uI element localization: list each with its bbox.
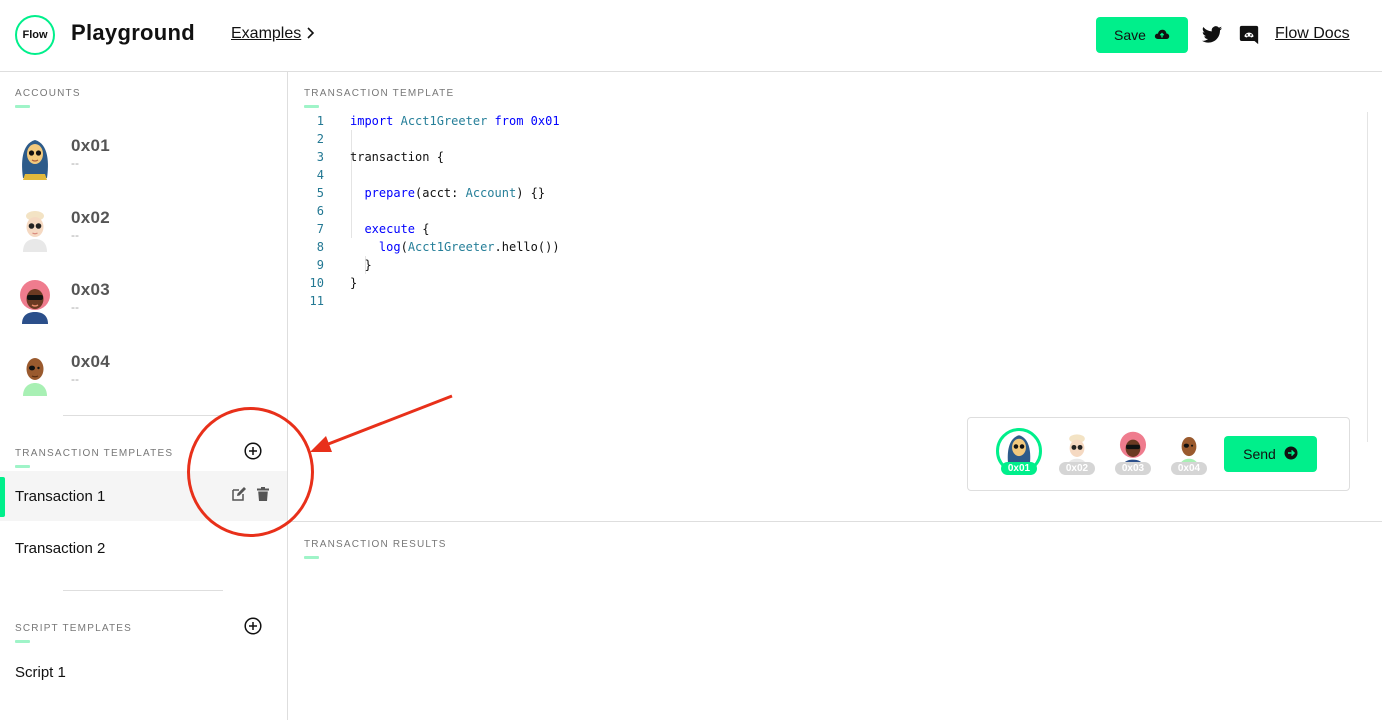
results-label: TRANSACTION RESULTS xyxy=(304,539,447,559)
avatar-icon xyxy=(15,206,55,252)
line-number: 5 xyxy=(316,186,324,200)
avatar-icon xyxy=(15,134,55,180)
avatar-icon xyxy=(15,350,55,396)
script-templates-label: SCRIPT TEMPLATES xyxy=(15,623,133,643)
send-button[interactable]: Send xyxy=(1224,436,1317,472)
avatar-icon xyxy=(15,278,55,324)
send-label: Send xyxy=(1243,446,1276,462)
script-item-1[interactable]: Script 1 xyxy=(0,647,287,697)
signer-tag: 0x02 xyxy=(1059,462,1095,475)
account-address: 0x01 xyxy=(71,136,111,155)
editor-label: TRANSACTION TEMPLATE xyxy=(304,88,455,108)
line-number: 9 xyxy=(316,258,324,272)
signer-0x04[interactable]: 0x04 xyxy=(1166,430,1212,478)
chevron-right-icon xyxy=(307,26,315,42)
line-number: 6 xyxy=(316,204,324,218)
page-title: Playground xyxy=(71,20,196,45)
transaction-label: Transaction 1 xyxy=(15,487,106,505)
add-script-icon[interactable] xyxy=(244,617,262,635)
account-address: 0x03 xyxy=(71,280,111,299)
signer-panel: 0x01 0x02 0x03 0x04 Send xyxy=(967,417,1350,491)
section-divider xyxy=(63,590,223,591)
section-divider xyxy=(63,415,223,416)
line-number: 4 xyxy=(316,168,324,182)
script-label: Script 1 xyxy=(15,663,66,681)
line-number: 10 xyxy=(309,276,324,290)
code-line: transaction { xyxy=(350,150,444,164)
results-panel: TRANSACTION RESULTS xyxy=(288,523,1382,720)
sidebar: ACCOUNTS 0x01 -- 0x02 -- 0x03 -- 0x04 --… xyxy=(0,72,288,720)
flow-docs-link[interactable]: Flow Docs xyxy=(1275,25,1350,43)
code-line: prepare(acct: Account) {} xyxy=(364,186,546,200)
account-address: 0x02 xyxy=(71,208,111,227)
examples-link[interactable]: Examples xyxy=(231,25,315,43)
save-label: Save xyxy=(1114,27,1146,43)
line-number: 11 xyxy=(309,294,324,308)
account-status: -- xyxy=(71,156,79,170)
examples-label: Examples xyxy=(231,25,302,42)
signer-tag: 0x01 xyxy=(1001,462,1037,475)
line-number: 3 xyxy=(316,150,324,164)
line-number: 2 xyxy=(316,132,324,146)
annotation-arrow-icon xyxy=(310,394,453,452)
signer-tag: 0x04 xyxy=(1171,462,1207,475)
signer-0x01[interactable]: 0x01 xyxy=(996,428,1042,478)
line-number: 1 xyxy=(316,114,324,128)
transaction-templates-label: TRANSACTION TEMPLATES xyxy=(15,448,174,468)
account-status: -- xyxy=(71,228,79,242)
signer-0x03[interactable]: 0x03 xyxy=(1110,430,1156,478)
account-item-0x03[interactable]: 0x03 -- xyxy=(15,272,275,332)
save-button[interactable]: Save xyxy=(1096,17,1188,53)
code-line: } xyxy=(350,258,372,272)
discord-icon[interactable] xyxy=(1238,24,1260,46)
code-line: } xyxy=(350,276,358,290)
account-status: -- xyxy=(71,372,79,386)
cloud-upload-icon xyxy=(1154,27,1170,43)
code-line: import Acct1Greeter from 0x01 xyxy=(350,114,560,128)
account-status: -- xyxy=(71,300,79,314)
arrow-right-circle-icon xyxy=(1284,446,1298,463)
line-number: 7 xyxy=(316,222,324,236)
line-number: 8 xyxy=(316,240,324,254)
flow-logo[interactable]: Flow xyxy=(15,15,55,55)
logo-text: Flow xyxy=(22,29,48,41)
account-item-0x01[interactable]: 0x01 -- xyxy=(15,128,275,188)
accounts-label: ACCOUNTS xyxy=(15,88,81,108)
code-line: log(Acct1Greeter.hello()) xyxy=(378,240,560,254)
account-item-0x02[interactable]: 0x02 -- xyxy=(15,200,275,260)
twitter-icon[interactable] xyxy=(1201,24,1223,46)
editor-scrollbar[interactable] xyxy=(1367,112,1368,442)
account-item-0x04[interactable]: 0x04 -- xyxy=(15,344,275,404)
signer-0x02[interactable]: 0x02 xyxy=(1054,430,1100,478)
account-address: 0x04 xyxy=(71,352,111,371)
annotation-circle xyxy=(187,407,314,537)
transaction-label: Transaction 2 xyxy=(15,539,106,557)
app-header: Flow Playground Examples Save Flow Docs xyxy=(0,0,1382,72)
signer-tag: 0x03 xyxy=(1115,462,1151,475)
code-line: execute { xyxy=(364,222,430,236)
